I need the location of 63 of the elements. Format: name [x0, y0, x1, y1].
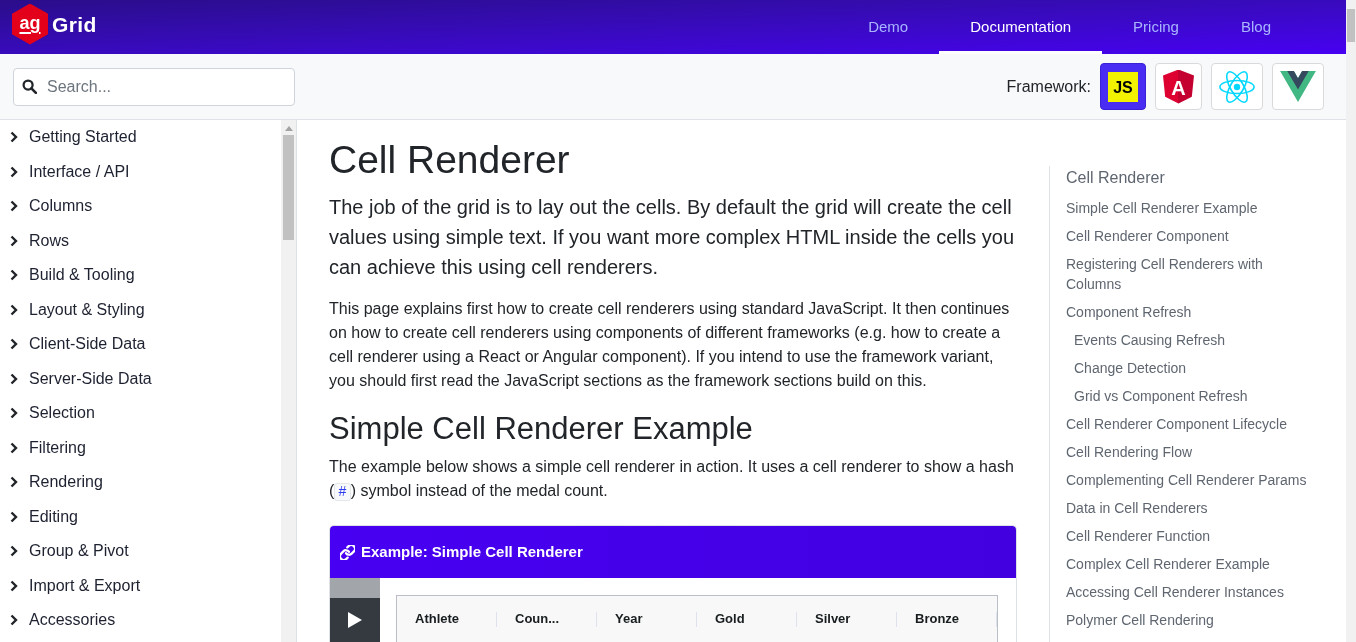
column-header[interactable]: Coun... — [497, 596, 597, 642]
toc-link[interactable]: Events Causing Refresh — [1074, 326, 1225, 354]
sidebar-item[interactable]: Rows — [0, 223, 282, 258]
scroll-up-arrow-icon[interactable] — [284, 126, 293, 131]
framework-label: Framework: — [1006, 76, 1091, 97]
column-header[interactable]: Bronze — [897, 596, 997, 642]
toc-link[interactable]: Simple Cell Renderer Example — [1066, 194, 1258, 222]
logo-link[interactable]: ag Grid — [12, 3, 97, 51]
nav-tab[interactable]: Demo — [837, 0, 940, 54]
example-title-link[interactable]: Example: Simple Cell Renderer — [340, 540, 583, 564]
sidebar-item[interactable]: Group & Pivot — [0, 534, 282, 569]
section-heading: Simple Cell Renderer Example — [329, 410, 754, 448]
link-icon — [340, 544, 355, 560]
search-field[interactable]: Search... — [13, 67, 295, 106]
scrollbar-thumb[interactable] — [1347, 9, 1355, 42]
framework-button[interactable] — [1272, 63, 1324, 110]
toc-link[interactable]: Accessing Cell Renderer Instances — [1066, 578, 1284, 606]
sidebar-item[interactable]: Accessories — [0, 603, 282, 638]
toc-link[interactable]: Polymer Cell Rendering — [1066, 606, 1214, 634]
sidebar-item[interactable]: Layout & Styling — [0, 292, 282, 327]
paragraph: The example below shows a simple cell renderer in action. It uses a cell renderer to show a hash ( # ) symbol instead of the medal count. — [329, 457, 1015, 503]
sidebar-scrollbar[interactable] — [281, 120, 296, 642]
nav-tab[interactable]: Pricing — [1102, 0, 1210, 54]
toc-link[interactable]: Component Refresh — [1066, 298, 1192, 326]
toc-link[interactable]: Cell Renderer Component Lifecycle — [1066, 410, 1287, 438]
toc-link[interactable]: Grid vs Component Refresh — [1074, 382, 1248, 410]
v-logo-icon — [1280, 71, 1316, 102]
search-icon — [22, 78, 37, 94]
sidebar-item[interactable]: Interface / API — [0, 154, 282, 189]
lead-paragraph: The job of the grid is to lay out the cells. By default the grid will create the cell values using simple text. If you want more complex HTML inside the cells you can achieve this using cell renderers. — [329, 195, 1016, 280]
sidebar-item[interactable]: Getting Started — [0, 120, 282, 155]
column-header[interactable]: Year — [597, 596, 697, 642]
sidebar-item[interactable]: Editing — [0, 499, 282, 534]
sidebar-item[interactable]: Filtering — [0, 430, 282, 465]
toc-link[interactable]: Complex Cell Renderer Example — [1066, 550, 1270, 578]
sidebar-item[interactable]: Server-Side Data — [0, 361, 282, 396]
intro-paragraph: This page explains first how to create cell renderers using standard JavaScript. It then continues on how to create cell renderers using components of different frameworks (e.g. how to create a cell renderer using a React or Angular component). If you intend to use the framework variant, you should first read the JavaScript sections as the framework sections build on this. — [329, 299, 1011, 391]
toc-link[interactable]: Cell Renderer Component — [1066, 222, 1229, 250]
column-header[interactable]: Silver — [797, 596, 897, 642]
page-scrollbar[interactable] — [1346, 0, 1356, 642]
sidebar-item[interactable]: Build & Tooling — [0, 258, 282, 293]
sidebar-item[interactable]: Import & Export — [0, 568, 282, 603]
column-header[interactable]: Athlete — [397, 596, 497, 642]
scrollbar-thumb[interactable] — [283, 135, 294, 240]
toc-link[interactable]: Complementing Cell Renderer Params — [1066, 466, 1307, 494]
framework-button[interactable]: A — [1155, 63, 1202, 110]
framework-button[interactable]: JS — [1100, 63, 1146, 110]
sidebar-item[interactable]: Selection — [0, 396, 282, 431]
atom-icon — [1219, 70, 1255, 103]
toc-link[interactable]: Data in Cell Renderers — [1066, 494, 1208, 522]
sidebar-item[interactable]: Columns — [0, 189, 282, 224]
run-button[interactable] — [330, 598, 380, 642]
sidebar-item[interactable]: Rendering — [0, 465, 282, 500]
column-header[interactable]: Gold — [697, 596, 797, 642]
sidebar-item[interactable]: Client-Side Data — [0, 327, 282, 362]
toc-link[interactable]: Registering Cell Renderers with Columns — [1066, 250, 1316, 298]
nav-tab[interactable]: Blog — [1209, 0, 1302, 54]
toc-link[interactable]: Change Detection — [1074, 354, 1187, 382]
page-title: Cell Renderer — [329, 137, 571, 183]
toc-link[interactable]: Cell Renderer Function — [1066, 522, 1210, 550]
toc-link[interactable]: Cell Rendering Flow — [1066, 438, 1193, 466]
play-icon — [348, 612, 362, 628]
toc-title-link[interactable]: Cell Renderer — [1066, 166, 1165, 190]
